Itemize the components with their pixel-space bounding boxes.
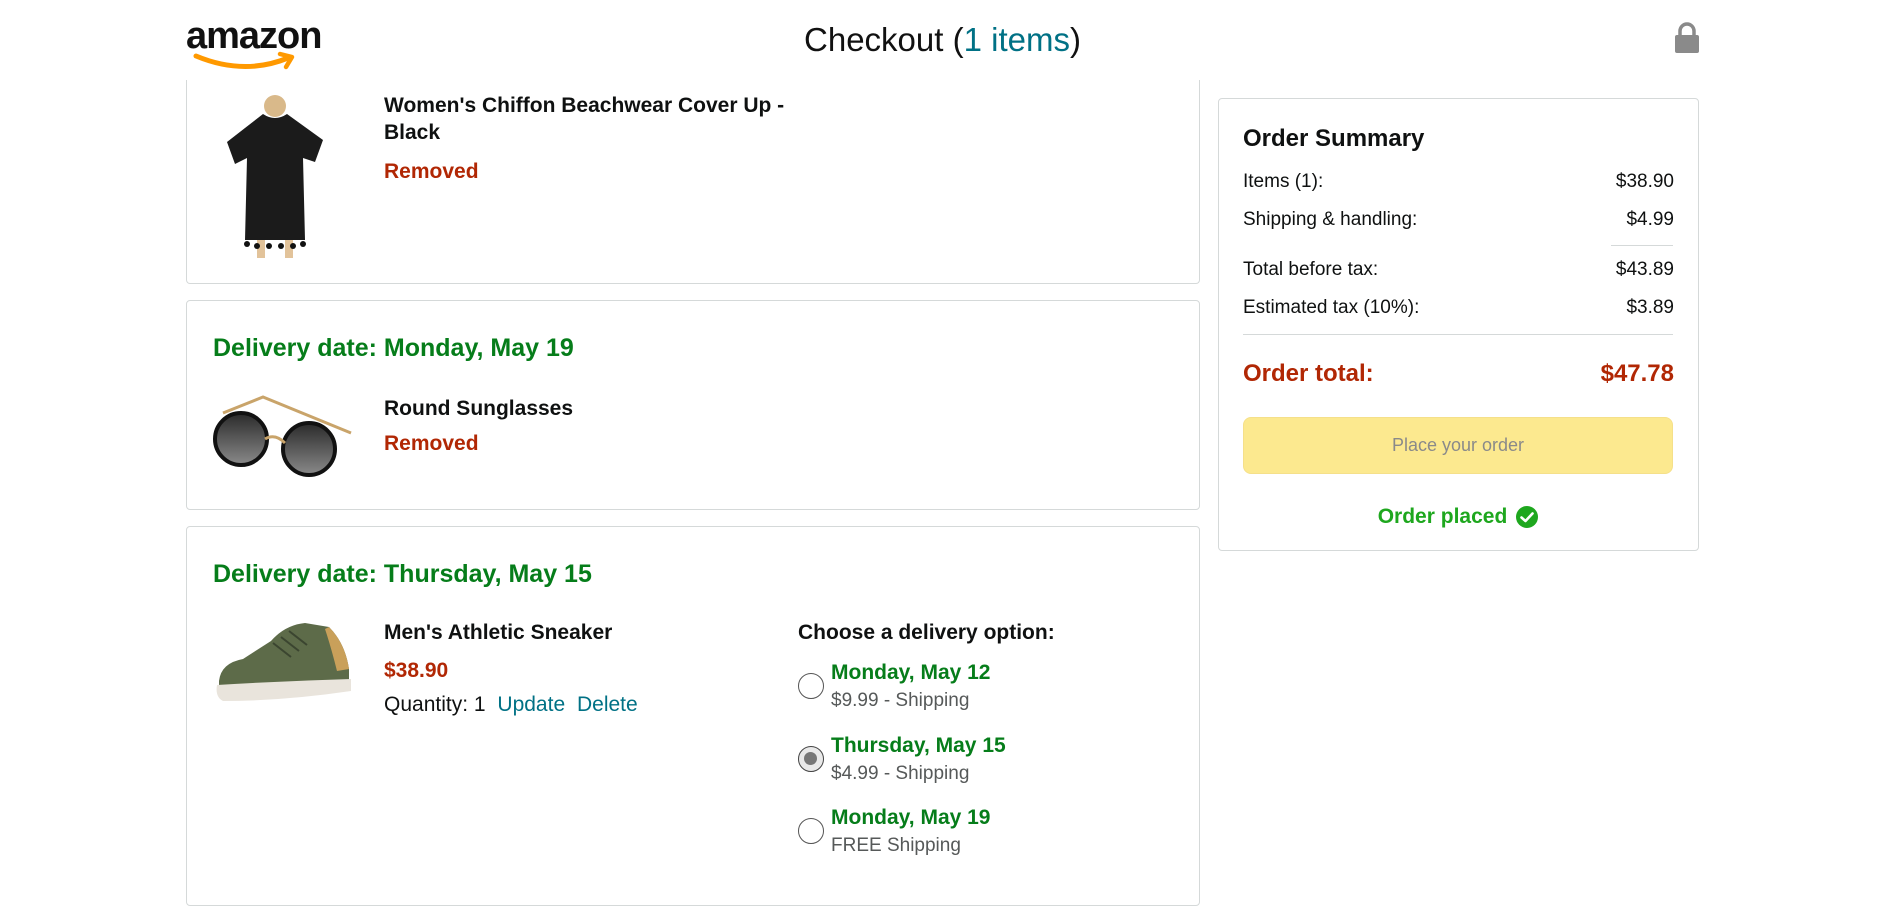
radio-button-selected[interactable] — [798, 746, 824, 772]
place-order-button[interactable]: Place your order — [1243, 417, 1673, 474]
summary-row-items: Items (1): $38.90 — [1243, 171, 1674, 193]
option-shipping: FREE Shipping — [831, 835, 961, 856]
removed-status: Removed — [384, 432, 479, 455]
radio-button[interactable] — [798, 818, 824, 844]
delivery-date: Delivery date: Monday, May 19 — [213, 334, 574, 362]
shipment-card-removed-coverup: Women's Chiffon Beachwear Cover Up - Bla… — [186, 80, 1200, 284]
shipment-card-sunglasses: Delivery date: Monday, May 19 Round Sung… — [186, 300, 1200, 510]
summary-value: $43.89 — [1615, 259, 1674, 280]
delivery-options-heading: Choose a delivery option: — [798, 621, 1055, 644]
delivery-option-may-12[interactable]: Monday, May 12 $9.99 - Shipping — [798, 661, 1098, 717]
product-title[interactable]: Round Sunglasses — [384, 395, 794, 422]
delivery-option-may-19[interactable]: Monday, May 19 FREE Shipping — [798, 806, 1098, 862]
summary-title: Order Summary — [1243, 125, 1425, 152]
quantity-label: Quantity: 1 — [384, 693, 486, 716]
option-date: Thursday, May 15 — [831, 734, 1006, 757]
check-circle-icon — [1516, 506, 1539, 529]
summary-row-before-tax: Total before tax: $43.89 — [1243, 259, 1674, 281]
total-divider — [1243, 334, 1673, 335]
page-title: Checkout (1 items) — [0, 18, 1885, 62]
option-shipping: $4.99 - Shipping — [831, 763, 970, 784]
summary-row-shipping: Shipping & handling: $4.99 — [1243, 209, 1674, 231]
radio-button[interactable] — [798, 673, 824, 699]
option-date: Monday, May 19 — [831, 806, 991, 829]
option-date: Monday, May 12 — [831, 661, 991, 684]
product-image-coverup — [227, 95, 323, 258]
summary-value: $38.90 — [1615, 171, 1674, 192]
summary-value: $4.99 — [1626, 209, 1674, 230]
product-price: $38.90 — [384, 659, 449, 682]
shipment-card-sneaker: Delivery date: Thursday, May 15 Men's At… — [186, 526, 1200, 906]
product-title[interactable]: Women's Chiffon Beachwear Cover Up - Bla… — [384, 92, 794, 146]
order-total-label: Order total: — [1243, 360, 1374, 387]
summary-row-tax: Estimated tax (10%): $3.89 — [1243, 297, 1674, 319]
option-shipping: $9.99 - Shipping — [831, 690, 970, 711]
summary-label: Estimated tax (10%): — [1243, 297, 1420, 318]
order-placed-status: Order placed — [1219, 505, 1698, 529]
order-total-row: Order total: $47.78 — [1243, 360, 1674, 388]
title-suffix: ) — [1069, 21, 1081, 58]
header: amazon Checkout (1 items) — [0, 0, 1885, 80]
subtotal-divider — [1611, 245, 1673, 246]
summary-label: Items (1): — [1243, 171, 1324, 192]
delete-link[interactable]: Delete — [577, 693, 638, 716]
title-prefix: Checkout ( — [804, 21, 964, 58]
summary-value: $3.89 — [1626, 297, 1674, 318]
order-summary-panel: Order Summary Items (1): $38.90 Shipping… — [1218, 98, 1699, 551]
lock-icon — [1675, 22, 1699, 53]
order-total-value: $47.78 — [1600, 360, 1674, 387]
summary-label: Total before tax: — [1243, 259, 1379, 280]
product-title[interactable]: Men's Athletic Sneaker — [384, 619, 794, 646]
product-image-sunglasses — [213, 395, 352, 477]
delivery-option-may-15[interactable]: Thursday, May 15 $4.99 - Shipping — [798, 734, 1098, 790]
delivery-date: Delivery date: Thursday, May 15 — [213, 560, 592, 588]
update-link[interactable]: Update — [497, 693, 565, 716]
order-placed-label: Order placed — [1377, 505, 1508, 528]
items-count-link[interactable]: 1 items — [964, 21, 1070, 58]
summary-label: Shipping & handling: — [1243, 209, 1418, 230]
product-image-sneaker — [216, 623, 351, 701]
quantity-row: Quantity: 1 Update Delete — [384, 693, 638, 717]
removed-status: Removed — [384, 160, 479, 183]
